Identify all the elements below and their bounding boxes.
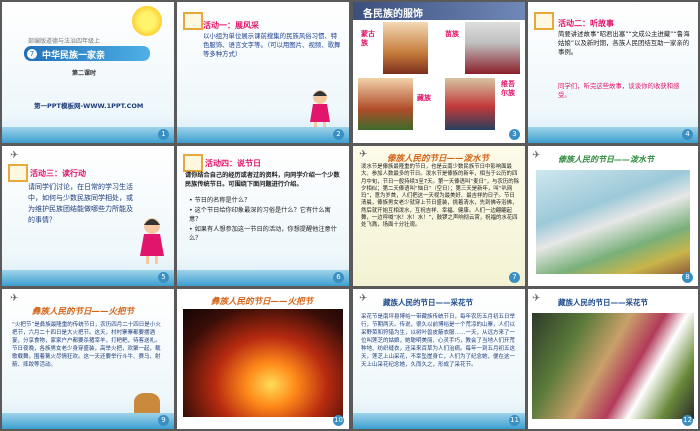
question-1-text: 节日的名称是什么？ xyxy=(194,197,251,204)
slide-thumbnail-8[interactable]: ✈ 傣族人民的节日——泼水节 8 xyxy=(528,146,698,286)
activity-body: 简要讲述故事“昭君出塞”“文成公主进藏”“鲁海姑娘”以及新时期，各族人民团结互助… xyxy=(558,30,690,56)
question-2-text: 这个节日给你印象最深的习俗是什么？它有什么寓意？ xyxy=(189,207,331,223)
slide-number: 10 xyxy=(333,415,344,426)
footer-text: 第一PPT模板网-WWW.1PPT.COM xyxy=(34,102,144,110)
tibetan-costume-photo xyxy=(358,78,413,130)
activity-body: 以小组为单位展示课前搜集的民族风俗习惯、特色服饰、语言文字等。（可以用图片、视频… xyxy=(203,32,341,58)
activity-body: 请同学们讨论，在日常的学习生活中，如何与少数民族同学相处，或为维护民族团结能做哪… xyxy=(28,183,133,224)
slide-thumbnail-11[interactable]: ✈ 藏族人民的节日——采花节 采花节是南坪县博峪一带藏族传统节日，每年农历五月初… xyxy=(353,289,525,429)
slide-thumbnail-7[interactable]: ✈ 傣族人民的节日——泼水节 泼水节是傣族最隆重的节日，也是云南少数民族节日中影… xyxy=(353,146,525,286)
slide-thumbnail-5[interactable]: ✈ 活动三：读行动 请同学们讨论，在日常的学习生活中，如何与少数民族同学相处，或… xyxy=(2,146,174,286)
slide-title: 各民族的服饰 xyxy=(363,9,423,20)
slide-number: 1 xyxy=(158,129,169,140)
label-miao: 苗族 xyxy=(445,30,459,38)
wave-decoration xyxy=(2,413,174,429)
wave-decoration xyxy=(528,127,698,143)
lesson-title: 中华民族一家亲 xyxy=(42,51,106,61)
slide-number: 4 xyxy=(682,129,693,140)
slide-title: 彝族人民的节日——火把节 xyxy=(32,307,135,317)
book-label: 部编版道德与法治四年级上 xyxy=(28,38,101,45)
slide-thumbnail-3[interactable]: 各民族的服饰 蒙古族 苗族 藏族 维吾尔族 3 xyxy=(353,2,525,143)
easel-icon xyxy=(534,12,554,30)
girl-illustration xyxy=(310,90,330,128)
bird-icon: ✈ xyxy=(532,293,541,304)
activity-intro: 请你结合自己的经历或者过的资料，向同学介绍一个少数民族传统节日。可围绕下面问题进… xyxy=(185,172,340,188)
label-tibetan: 藏族 xyxy=(417,94,431,102)
question-3-text: 如果有人想参加这一节日的活动，你想提醒他注意什么？ xyxy=(189,226,337,242)
easel-icon xyxy=(8,164,28,182)
lesson-number: 7 xyxy=(27,48,37,59)
slide-title: 彝族人民的节日——火把节 xyxy=(211,297,314,307)
slide-title: 藏族人民的节日——采花节 xyxy=(558,298,648,307)
slide-thumbnail-10[interactable]: 彝族人民的节日——火把节 10 xyxy=(177,289,349,429)
bird-icon: ✈ xyxy=(359,149,368,160)
slide-title: 傣族人民的节日——泼水节 xyxy=(558,155,654,164)
slide-number: 6 xyxy=(333,272,344,283)
water-festival-photo xyxy=(536,170,690,274)
question-2: • 这个节日给你印象最深的习俗是什么？它有什么寓意？ xyxy=(189,207,331,223)
activity-title: 活动四：说节日 xyxy=(205,159,261,168)
bird-icon: ✈ xyxy=(10,150,19,161)
bird-icon: ✈ xyxy=(10,293,19,304)
wave-decoration xyxy=(2,270,174,286)
slide-title: 藏族人民的节日——采花节 xyxy=(383,298,473,307)
slide-number: 9 xyxy=(158,415,169,426)
activity-title: 活动三：读行动 xyxy=(30,169,86,178)
bird-icon: ✈ xyxy=(532,150,541,161)
torch-festival-photo xyxy=(183,309,343,417)
lesson-banner: 7 中华民族一家亲 xyxy=(24,46,150,61)
wave-decoration xyxy=(353,413,525,429)
sun-icon xyxy=(132,6,162,36)
slide-number: 8 xyxy=(682,272,693,283)
question-1: • 节日的名称是什么？ xyxy=(189,197,251,204)
wave-decoration xyxy=(2,127,174,143)
uyghur-costume-photo xyxy=(445,78,495,130)
slide-thumbnail-2[interactable]: 活动一：展风采 以小组为单位展示课前搜集的民族风俗习惯、特色服饰、语言文字等。（… xyxy=(177,2,349,143)
activity-title: 活动一：展风采 xyxy=(203,21,259,30)
slide-body: 采花节是南坪县博峪一带藏族传统节日，每年农历五月初五日举行，节期两天。传说，很久… xyxy=(361,314,516,368)
slide-thumbnail-4[interactable]: 活动二：听故事 简要讲述故事“昭君出塞”“文成公主进藏”“鲁海姑娘”以及新时期，… xyxy=(528,2,698,143)
bird-icon: ✈ xyxy=(359,293,368,304)
activity-title: 活动二：听故事 xyxy=(558,19,614,28)
girl-illustration xyxy=(140,218,164,264)
slide-number: 2 xyxy=(333,129,344,140)
closing-text: 同学们，听完这些故事，谈谈你的收获和感受。 xyxy=(558,82,680,99)
lesson-subtitle: 第二课时 xyxy=(72,70,97,77)
question-3: • 如果有人想参加这一节日的活动，你想提醒他注意什么？ xyxy=(189,226,337,242)
slide-thumbnail-12[interactable]: ✈ 藏族人民的节日——采花节 12 xyxy=(528,289,698,429)
slide-number: 5 xyxy=(158,272,169,283)
slide-body: 泼水节是傣族最隆重的节日，也是云南少数民族节日中影响面最大、参加人数最多的节日。… xyxy=(361,164,519,229)
slide-number: 7 xyxy=(509,272,520,283)
slide-title: 傣族人民的节日——泼水节 xyxy=(387,154,490,164)
wave-decoration xyxy=(177,270,349,286)
slide-body: “火把节”是彝族最隆重的传统节日，农历四月二十四日是小火把节，六月二十四日是大火… xyxy=(12,322,161,368)
slide-sorter-grid: 部编版道德与法治四年级上 7 中华民族一家亲 第二课时 第一PPT模板网-WWW… xyxy=(0,0,700,431)
slide-number: 3 xyxy=(509,129,520,140)
label-uyghur: 维吾尔族 xyxy=(501,80,515,97)
slide-thumbnail-1[interactable]: 部编版道德与法治四年级上 7 中华民族一家亲 第二课时 第一PPT模板网-WWW… xyxy=(2,2,174,143)
slide-number: 12 xyxy=(682,415,693,426)
label-mongol: 蒙古族 xyxy=(361,30,375,47)
wave-decoration xyxy=(177,127,349,143)
flower-festival-photo xyxy=(532,313,694,419)
slide-thumbnail-9[interactable]: ✈ 彝族人民的节日——火把节 “火把节”是彝族最隆重的传统节日，农历四月二十四日… xyxy=(2,289,174,429)
deer-illustration xyxy=(134,393,160,415)
mongolian-costume-photo xyxy=(383,22,428,74)
slide-number: 11 xyxy=(509,415,520,426)
miao-costume-photo xyxy=(465,22,520,74)
slide-thumbnail-6[interactable]: 活动四：说节日 请你结合自己的经历或者过的资料，向同学介绍一个少数民族传统节日。… xyxy=(177,146,349,286)
easel-icon xyxy=(183,12,203,30)
easel-icon xyxy=(183,154,203,172)
